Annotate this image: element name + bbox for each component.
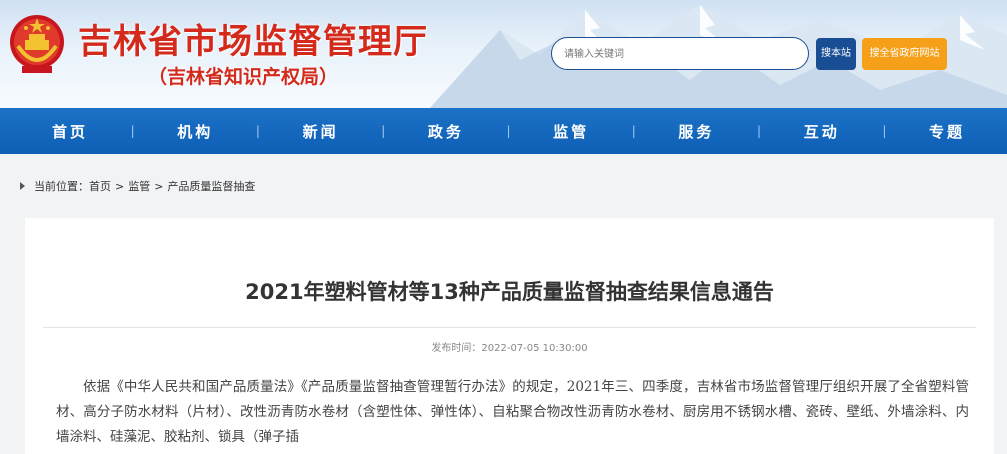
article-title: 2021年塑料管材等13种产品质量监督抽查结果信息通告 bbox=[245, 280, 774, 304]
nav-topics[interactable]: 专题 bbox=[929, 121, 965, 142]
nav-separator: | bbox=[882, 124, 887, 138]
article-card: 2021年塑料管材等13种产品质量监督抽查结果信息通告 发布时间：2022-07… bbox=[25, 218, 994, 454]
search-site-button[interactable]: 搜本站 bbox=[816, 38, 856, 70]
title-divider bbox=[43, 327, 976, 328]
nav-separator: | bbox=[255, 124, 260, 138]
main-nav: 首页 | 机构 | 新闻 | 政务 | 监管 | 服务 | 互动 | 专题 bbox=[0, 108, 1007, 154]
nav-supervision[interactable]: 监管 bbox=[553, 121, 589, 142]
search-all-gov-button[interactable]: 搜全省政府网站 bbox=[862, 38, 947, 70]
search-box[interactable] bbox=[551, 37, 809, 70]
publish-date: 发布时间：2022-07-05 10:30:00 bbox=[431, 343, 588, 354]
nav-organization[interactable]: 机构 bbox=[177, 121, 213, 142]
breadcrumb-label: 当前位置： bbox=[34, 180, 89, 193]
nav-separator: | bbox=[757, 124, 762, 138]
breadcrumb-link-home[interactable]: 首页 bbox=[89, 178, 111, 194]
nav-interaction[interactable]: 互动 bbox=[804, 121, 840, 142]
nav-separator: | bbox=[631, 124, 636, 138]
nav-separator: | bbox=[381, 124, 386, 138]
breadcrumb: 当前位置： 首页 > 监管 > 产品质量监督抽查 bbox=[20, 178, 255, 194]
breadcrumb-link-quality-inspection[interactable]: 产品质量监督抽查 bbox=[167, 178, 255, 194]
search-input[interactable] bbox=[564, 45, 794, 63]
article-body: 依据《中华人民共和国产品质量法》《产品质量监督抽查管理暂行办法》的规定，2021… bbox=[56, 379, 969, 445]
site-header: 吉林省市场监督管理厅 （吉林省知识产权局） 搜本站 搜全省政府网站 bbox=[0, 0, 1007, 108]
site-title: 吉林省市场监督管理厅 bbox=[78, 22, 428, 62]
breadcrumb-link-supervision[interactable]: 监管 bbox=[128, 178, 150, 194]
site-subtitle: （吉林省知识产权局） bbox=[148, 66, 339, 88]
nav-services[interactable]: 服务 bbox=[678, 121, 714, 142]
nav-home[interactable]: 首页 bbox=[52, 121, 88, 142]
national-emblem-icon bbox=[10, 15, 64, 73]
breadcrumb-separator: > bbox=[115, 179, 125, 193]
nav-news[interactable]: 新闻 bbox=[303, 121, 339, 142]
breadcrumb-arrow-icon bbox=[20, 182, 25, 190]
nav-government-affairs[interactable]: 政务 bbox=[428, 121, 464, 142]
breadcrumb-separator: > bbox=[154, 179, 164, 193]
nav-separator: | bbox=[506, 124, 511, 138]
nav-separator: | bbox=[130, 124, 135, 138]
